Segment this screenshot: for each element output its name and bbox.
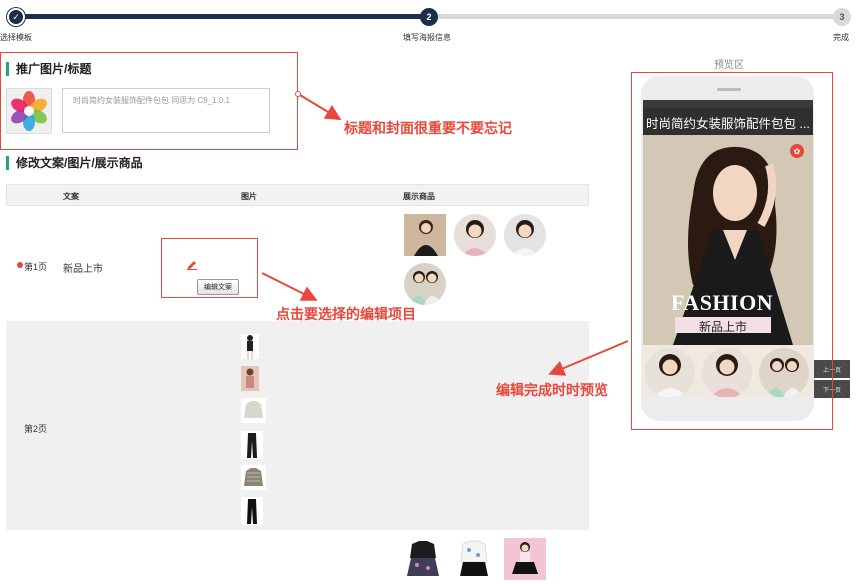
- preview-annotation-box: [631, 72, 833, 430]
- arrow-line: [548, 340, 629, 376]
- preview-heading: 预览区: [714, 60, 744, 71]
- arrow-line: [261, 272, 318, 301]
- arrow-line: [299, 94, 342, 121]
